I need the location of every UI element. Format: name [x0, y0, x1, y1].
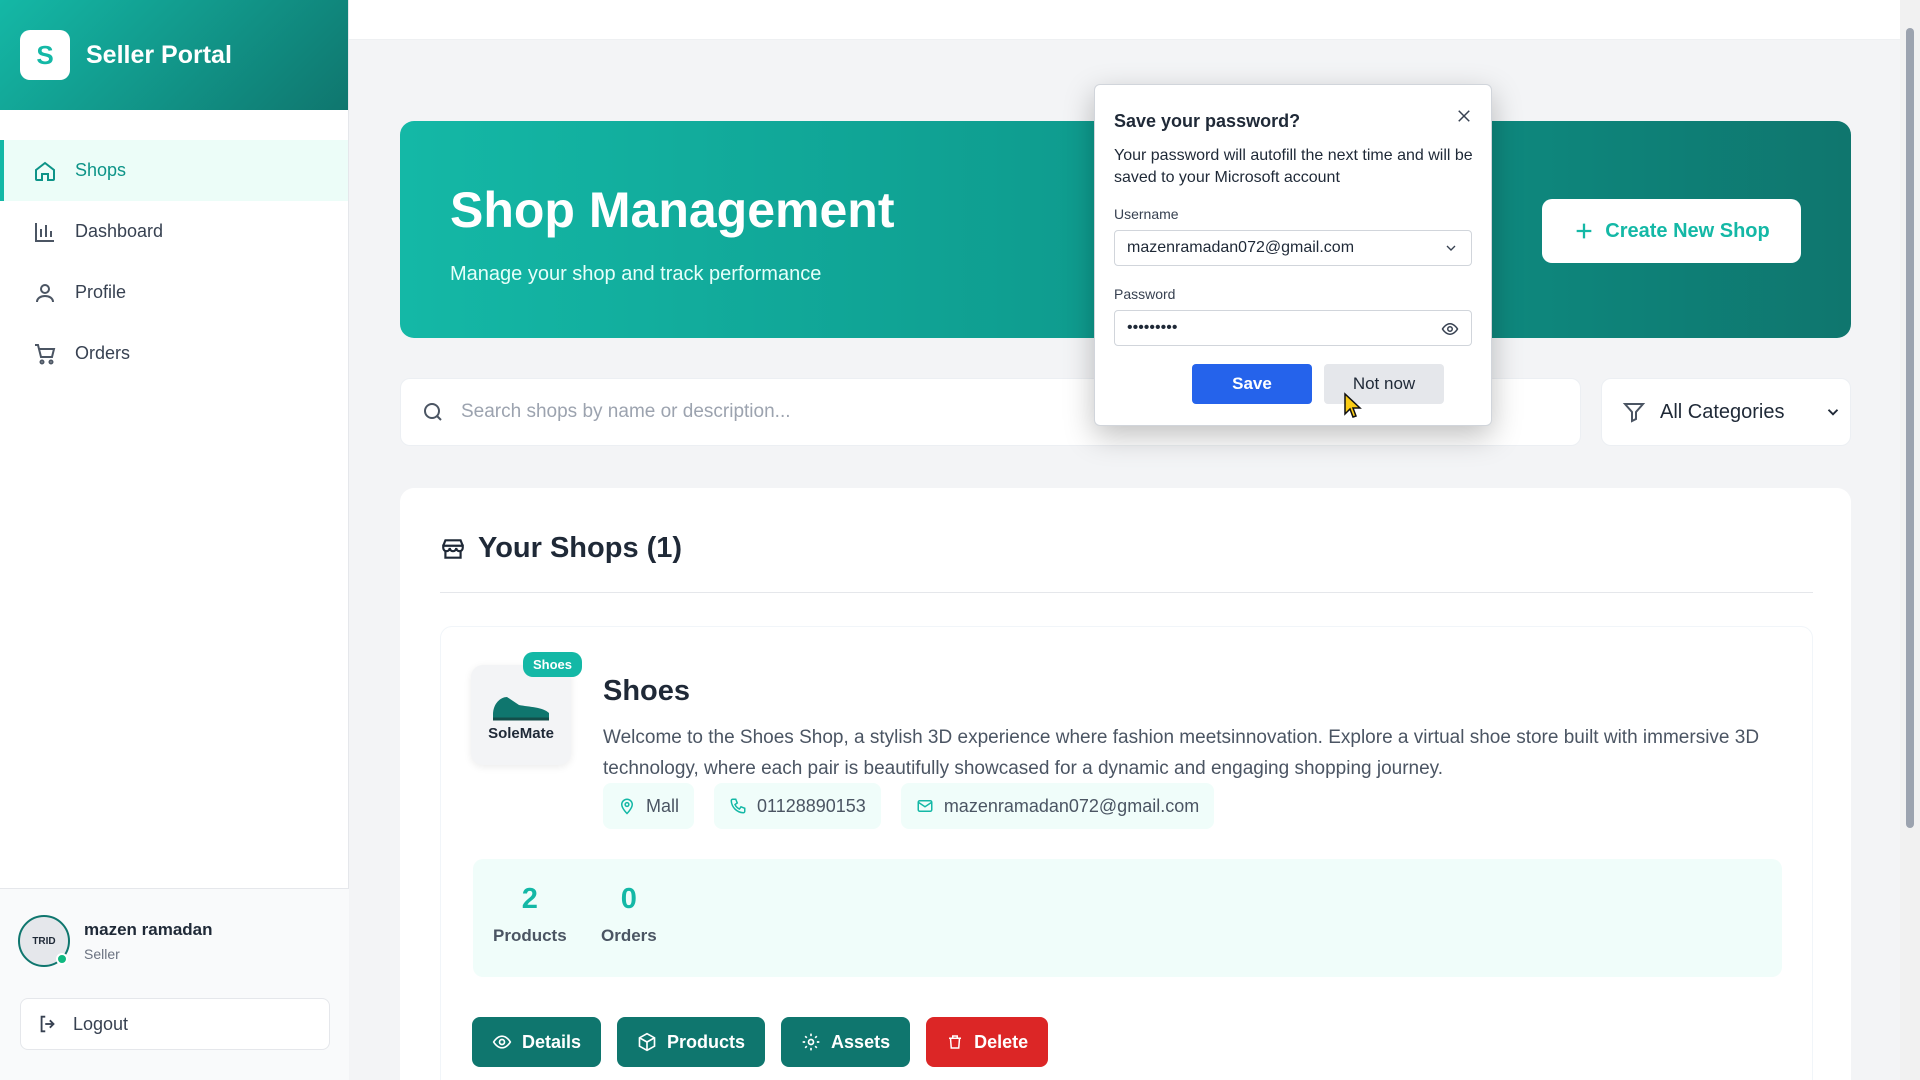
products-label: Products: [667, 1031, 746, 1052]
sidebar-nav: Shops Dashboard Profile Orders: [0, 140, 348, 384]
scrollbar[interactable]: [1900, 0, 1920, 1080]
top-bar: [349, 0, 1900, 40]
sidebar-item-orders[interactable]: Orders: [0, 323, 348, 384]
user-info: TRID mazen ramadan Seller: [0, 889, 349, 967]
password-field[interactable]: •••••••••: [1114, 310, 1472, 346]
create-new-shop-label: Create New Shop: [1605, 219, 1770, 242]
mail-icon: [917, 800, 933, 812]
divider: [440, 592, 1813, 593]
dialog-message: Your password will autofill the next tim…: [1114, 147, 1473, 186]
delete-label: Delete: [974, 1031, 1029, 1052]
delete-button[interactable]: Delete: [926, 1017, 1049, 1067]
save-password-dialog: Save your password? Your password will a…: [1094, 84, 1492, 426]
search-icon: [424, 403, 442, 421]
password-label: Password: [1114, 286, 1176, 302]
mouse-cursor-icon: [1344, 392, 1362, 418]
user-name: mazen ramadan: [84, 920, 213, 939]
assets-button[interactable]: Assets: [781, 1017, 911, 1067]
shop-description: Welcome to the Shoes Shop, a stylish 3D …: [603, 727, 1760, 779]
page-subtitle: Manage your shop and track performance: [450, 263, 822, 285]
avatar[interactable]: TRID: [18, 915, 70, 967]
shops-panel-title: Your Shops (1): [478, 532, 683, 564]
phone-icon: [730, 798, 746, 814]
filter-icon: [1622, 403, 1646, 423]
sidebar: S Seller Portal Shops Dashboard Profile …: [0, 0, 349, 1080]
dialog-title: Save your password?: [1114, 111, 1301, 131]
shops-panel-heading: Your Shops (1): [440, 532, 682, 565]
logout-icon: [40, 1015, 55, 1033]
stat-products: 2 Products: [493, 883, 567, 946]
shop-name: Shoes: [603, 675, 691, 707]
map-pin-icon: [620, 798, 634, 815]
location-chip: Mall: [603, 783, 695, 829]
sidebar-item-shops[interactable]: Shops: [0, 140, 348, 201]
logout-label: Logout: [73, 1013, 129, 1034]
phone-text: 01128890153: [757, 795, 866, 816]
stat-value: 2: [521, 883, 538, 915]
stat-label: Products: [493, 926, 567, 945]
eye-icon[interactable]: [1441, 320, 1459, 338]
details-label: Details: [522, 1031, 582, 1052]
shop-contact-info: Mall 01128890153 mazenramadan072@gmail.c…: [603, 783, 1215, 829]
details-button[interactable]: Details: [472, 1017, 602, 1067]
user-role: Seller: [84, 946, 120, 962]
email-text: mazenramadan072@gmail.com: [943, 795, 1200, 816]
username-label: Username: [1114, 206, 1179, 222]
scrollbar-thumb[interactable]: [1906, 28, 1914, 828]
sidebar-item-profile[interactable]: Profile: [0, 262, 348, 323]
category-badge: Shoes: [523, 652, 583, 677]
avatar-text: TRID: [32, 935, 56, 947]
sidebar-item-label: Shops: [75, 160, 127, 180]
user-panel: TRID mazen ramadan Seller Logout: [0, 888, 349, 1080]
shop-card: SoleMate Shoes Shoes Welcome to the Shoe…: [440, 626, 1813, 1080]
page-title: Shop Management: [450, 182, 895, 238]
shops-panel: Your Shops (1) SoleMate Shoes Shoes Welc…: [400, 488, 1851, 1080]
user-icon: [36, 283, 54, 302]
username-field[interactable]: mazenramadan072@gmail.com: [1114, 230, 1472, 266]
brand-header: S Seller Portal: [0, 0, 348, 110]
logout-button[interactable]: Logout: [20, 998, 330, 1050]
store-icon: [442, 538, 464, 559]
brand-logo: S: [20, 30, 70, 80]
shop-image: SoleMate: [471, 665, 571, 765]
username-value: mazenramadan072@gmail.com: [1127, 239, 1355, 256]
products-button[interactable]: Products: [617, 1017, 766, 1067]
location-text: Mall: [646, 795, 680, 816]
category-select[interactable]: All Categories: [1601, 378, 1851, 446]
shop-image-brand: SoleMate: [488, 724, 554, 742]
create-new-shop-button[interactable]: Create New Shop: [1542, 199, 1801, 263]
save-password-button[interactable]: Save: [1192, 364, 1312, 404]
sidebar-item-label: Profile: [75, 282, 127, 302]
trash-icon: [949, 1035, 962, 1049]
sidebar-item-dashboard[interactable]: Dashboard: [0, 201, 348, 262]
gear-icon: [802, 1033, 820, 1051]
eye-icon: [492, 1035, 512, 1049]
email-chip: mazenramadan072@gmail.com: [900, 783, 1215, 829]
category-select-value: All Categories: [1660, 400, 1785, 423]
chevron-down-icon: [1827, 409, 1839, 416]
chevron-down-icon[interactable]: [1443, 240, 1459, 256]
bar-chart-icon: [35, 222, 54, 242]
close-icon[interactable]: [1455, 107, 1473, 125]
sidebar-item-label: Orders: [75, 343, 131, 363]
stat-label: Orders: [601, 926, 657, 945]
assets-label: Assets: [831, 1031, 891, 1052]
shop-stats: 2 Products 0 Orders: [473, 859, 1782, 977]
shoe-icon: [493, 696, 549, 720]
stat-value: 0: [620, 883, 637, 915]
plus-icon: [1576, 223, 1592, 239]
sidebar-item-label: Dashboard: [75, 221, 164, 241]
not-now-button[interactable]: Not now: [1324, 364, 1444, 404]
cart-icon: [35, 343, 56, 364]
stat-orders: 0 Orders: [601, 883, 657, 946]
online-status-dot: [56, 953, 68, 965]
home-icon: [35, 161, 55, 181]
shop-actions: Details Products Assets Delete: [472, 1017, 1049, 1067]
phone-chip: 01128890153: [714, 783, 881, 829]
brand-title: Seller Portal: [86, 40, 232, 69]
password-value: •••••••••: [1127, 319, 1178, 336]
box-icon: [638, 1032, 656, 1052]
